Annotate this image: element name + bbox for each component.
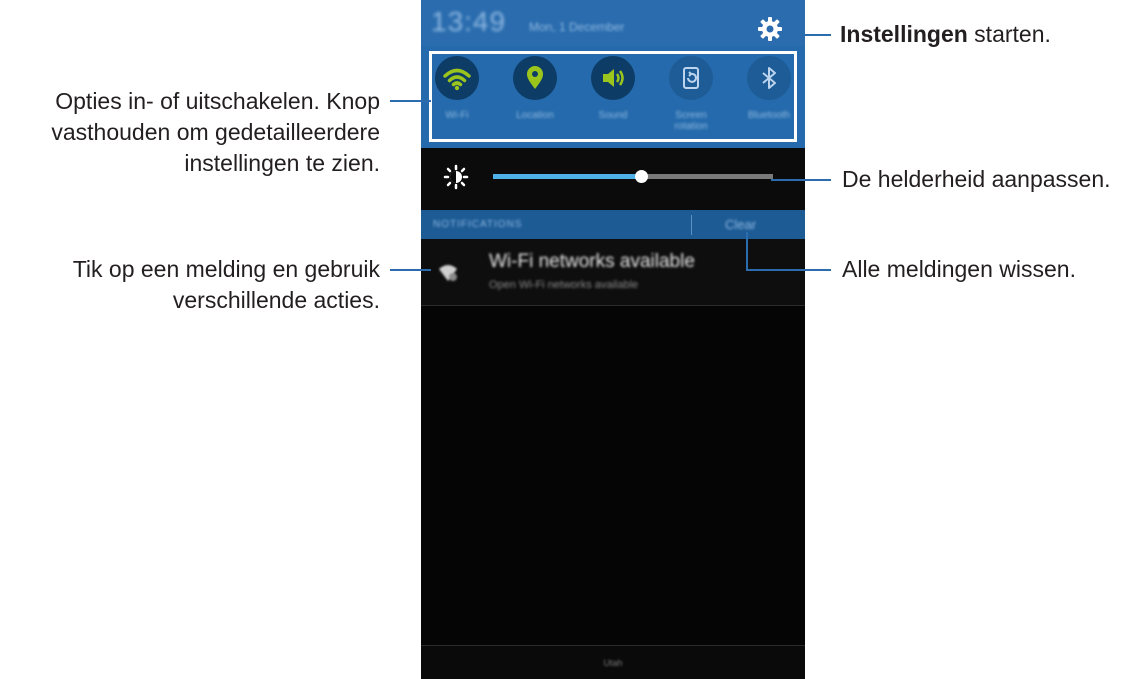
callout-settings-bold: Instellingen	[840, 21, 968, 47]
bluetooth-icon	[762, 67, 776, 89]
toggle-location[interactable]: Location	[505, 56, 565, 121]
toggle-bluetooth[interactable]: Bluetooth	[739, 56, 799, 121]
callout-notification-line: verschillende acties.	[172, 287, 380, 313]
clear-button[interactable]: Clear	[725, 217, 756, 232]
wifi-networks-icon	[439, 265, 457, 281]
callout-line-clear-vertical	[746, 232, 748, 271]
callout-line-toggles	[390, 100, 431, 102]
clock: 13:49	[431, 6, 507, 37]
callout-notification: Tik op een melding en gebruik verschille…	[73, 254, 380, 316]
callout-brightness: De helderheid aanpassen.	[842, 166, 1111, 192]
callout-line-clear	[746, 269, 831, 271]
callout-toggles-line: instellingen te zien.	[184, 150, 380, 176]
callout-toggles-line: Opties in- of uitschakelen. Knop	[55, 88, 380, 114]
callout-line-brightness	[771, 179, 831, 181]
callout-notification-line: Tik op een melding en gebruik	[72, 256, 380, 282]
callout-settings-rest: starten.	[967, 21, 1051, 47]
screen-rotation-icon	[683, 67, 699, 89]
bottom-bar: Utah	[421, 645, 805, 679]
toggle-sound[interactable]: Sound	[583, 56, 643, 121]
callout-toggles: Opties in- of uitschakelen. Knop vasthou…	[51, 86, 380, 179]
brightness-slider-thumb[interactable]	[635, 170, 649, 183]
notification-title: Wi-Fi networks available	[489, 251, 695, 272]
callout-clear: Alle meldingen wissen.	[842, 256, 1076, 282]
toggle-screen-rotation[interactable]: Screen rotation	[661, 56, 721, 132]
brightness-icon	[443, 164, 469, 190]
toggle-label: Sound	[598, 110, 628, 121]
brightness-row	[421, 148, 805, 210]
toggle-label: Screen rotation	[674, 110, 708, 132]
location-pin-icon	[527, 66, 543, 89]
toggle-label: Wi-Fi	[445, 110, 469, 121]
callout-line-settings	[781, 34, 831, 36]
date: Mon, 1 December	[529, 20, 625, 34]
speaker-icon	[603, 69, 624, 87]
divider	[691, 215, 692, 235]
toggle-label: Location	[516, 110, 554, 121]
toggle-wifi[interactable]: Wi-Fi	[427, 56, 487, 121]
carrier-label: Utah	[603, 658, 623, 668]
callout-line-notification	[390, 269, 431, 271]
brightness-slider-fill	[493, 174, 642, 179]
status-bar: 13:49 Mon, 1 December	[421, 0, 805, 46]
gear-icon[interactable]	[757, 16, 783, 42]
callout-settings: Instellingen starten.	[840, 19, 1051, 50]
notification-subtitle: Open Wi-Fi networks available	[489, 279, 639, 291]
callout-toggles-line: vasthouden om gedetailleerdere	[51, 119, 380, 145]
toggle-label: Bluetooth	[747, 110, 791, 121]
notification-panel: 13:49 Mon, 1 December Wi-Fi Location Sou…	[421, 0, 805, 679]
notifications-title: NOTIFICATIONS	[433, 219, 523, 230]
quick-settings-panel: Wi-Fi Location Sound Screen rotation Blu…	[421, 46, 805, 148]
wifi-icon	[443, 68, 471, 91]
brightness-slider[interactable]	[493, 170, 773, 183]
